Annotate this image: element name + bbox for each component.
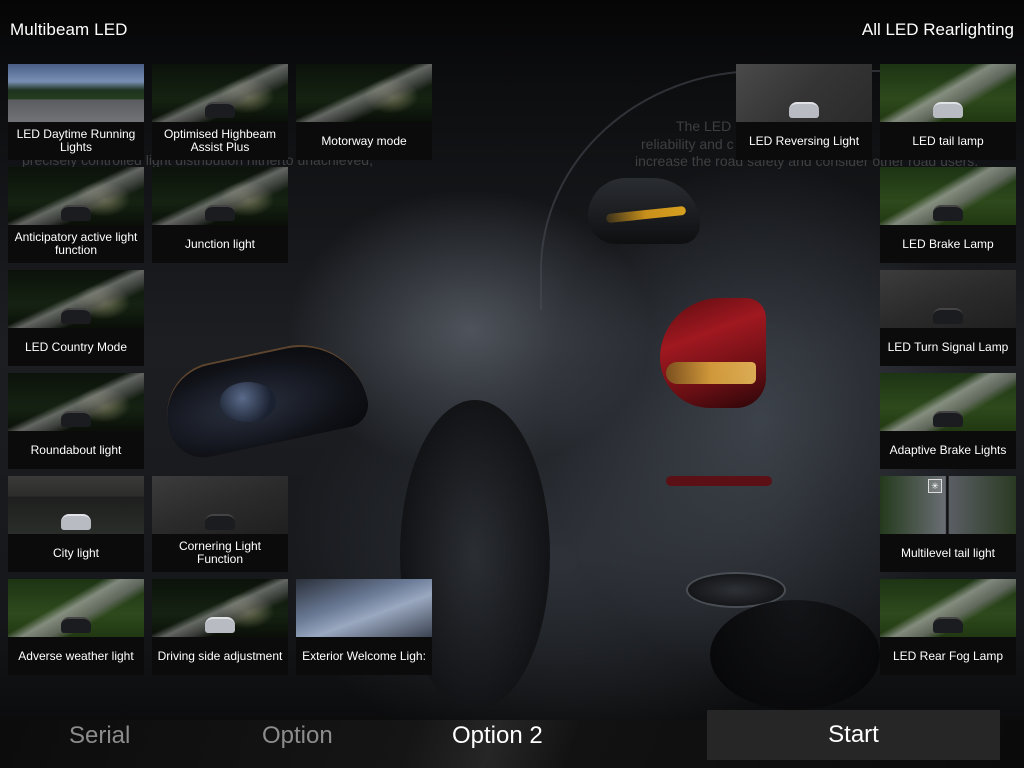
tile-label: Optimised Highbeam Assist Plus bbox=[152, 122, 288, 160]
tile-label: Adaptive Brake Lights bbox=[880, 431, 1016, 469]
tile-label: City light bbox=[8, 534, 144, 572]
rear-lighting-title: All LED Rearlighting bbox=[861, 20, 1014, 39]
car-icon bbox=[789, 102, 819, 118]
tile-led-tail-lamp[interactable]: LED tail lamp bbox=[880, 64, 1016, 160]
tile-roundabout-light[interactable]: Roundabout light bbox=[8, 373, 144, 469]
tile-thumbnail bbox=[152, 476, 288, 534]
tile-thumbnail bbox=[880, 270, 1016, 328]
tile-led-rear-fog-lamp[interactable]: LED Rear Fog Lamp bbox=[880, 579, 1016, 675]
tile-thumbnail bbox=[8, 476, 144, 534]
tile-thumbnail bbox=[152, 167, 288, 225]
tile-label: Junction light bbox=[152, 225, 288, 263]
taillight-strip bbox=[666, 362, 756, 384]
car-icon bbox=[61, 308, 91, 324]
tile-thumbnail bbox=[736, 64, 872, 122]
start-button[interactable]: Start bbox=[707, 710, 1000, 760]
tile-exterior-welcome-light[interactable]: Exterior Welcome Ligh: bbox=[296, 579, 432, 675]
tile-label: LED Daytime Running Lights bbox=[8, 122, 144, 160]
tile-led-reversing-light[interactable]: LED Reversing Light bbox=[736, 64, 872, 160]
tile-adverse-weather-light[interactable]: Adverse weather light bbox=[8, 579, 144, 675]
tile-label: Multilevel tail light bbox=[880, 534, 1016, 572]
tile-city-light[interactable]: City light bbox=[8, 476, 144, 572]
taillight bbox=[660, 298, 766, 408]
tile-led-country-mode[interactable]: LED Country Mode bbox=[8, 270, 144, 366]
tile-driving-side-adjustment[interactable]: Driving side adjustment bbox=[152, 579, 288, 675]
car-icon bbox=[205, 102, 235, 118]
tile-motorway-mode[interactable]: Motorway mode bbox=[296, 64, 432, 160]
headlight-lens bbox=[220, 382, 276, 422]
tile-adaptive-brake-lights[interactable]: Adaptive Brake Lights bbox=[880, 373, 1016, 469]
tile-label: Motorway mode bbox=[296, 122, 432, 160]
car-icon bbox=[61, 411, 91, 427]
tile-label: LED Brake Lamp bbox=[880, 225, 1016, 263]
tile-thumbnail bbox=[152, 64, 288, 122]
rear-wheel bbox=[710, 600, 880, 710]
tile-cornering-light-function[interactable]: Cornering Light Function bbox=[152, 476, 288, 572]
car-icon bbox=[933, 102, 963, 118]
tile-thumbnail bbox=[8, 167, 144, 225]
tile-thumbnail bbox=[296, 579, 432, 637]
car-icon bbox=[205, 514, 235, 530]
tile-optimised-highbeam-assist-plus[interactable]: Optimised Highbeam Assist Plus bbox=[152, 64, 288, 160]
tile-thumbnail bbox=[880, 64, 1016, 122]
rear-reflector bbox=[666, 476, 772, 486]
tile-label: LED Country Mode bbox=[8, 328, 144, 366]
tile-thumbnail bbox=[8, 64, 144, 122]
tile-label: LED Turn Signal Lamp bbox=[880, 328, 1016, 366]
tab-option-2[interactable]: Option 2 bbox=[452, 720, 543, 752]
tile-led-daytime-running-lights[interactable]: LED Daytime Running Lights bbox=[8, 64, 144, 160]
tile-thumbnail bbox=[8, 373, 144, 431]
car-icon bbox=[61, 514, 91, 530]
tile-label: Exterior Welcome Ligh: bbox=[296, 637, 432, 675]
tile-label: Anticipatory active light function bbox=[8, 225, 144, 263]
tile-thumbnail bbox=[8, 270, 144, 328]
tile-label: LED Rear Fog Lamp bbox=[880, 637, 1016, 675]
tile-label: Roundabout light bbox=[8, 431, 144, 469]
car-icon bbox=[205, 205, 235, 221]
background-text-line: The LED bbox=[676, 118, 732, 134]
car-icon bbox=[933, 205, 963, 221]
tile-led-turn-signal-lamp[interactable]: LED Turn Signal Lamp bbox=[880, 270, 1016, 366]
tab-option[interactable]: Option bbox=[262, 720, 333, 752]
multibeam-led-title: Multibeam LED bbox=[10, 20, 128, 39]
tile-thumbnail bbox=[880, 167, 1016, 225]
light-icon: ✳ bbox=[928, 479, 942, 493]
tile-led-brake-lamp[interactable]: LED Brake Lamp bbox=[880, 167, 1016, 263]
car-icon bbox=[61, 617, 91, 633]
tile-thumbnail bbox=[296, 64, 432, 122]
car-icon bbox=[933, 617, 963, 633]
tile-thumbnail bbox=[880, 579, 1016, 637]
car-icon bbox=[933, 411, 963, 427]
tile-thumbnail: ✳ bbox=[880, 476, 1016, 534]
tile-thumbnail bbox=[880, 373, 1016, 431]
tile-label: Cornering Light Function bbox=[152, 534, 288, 572]
tile-label: LED Reversing Light bbox=[736, 122, 872, 160]
car-icon bbox=[933, 308, 963, 324]
tile-multilevel-tail-light[interactable]: ✳ Multilevel tail light bbox=[880, 476, 1016, 572]
tile-anticipatory-active-light[interactable]: Anticipatory active light function bbox=[8, 167, 144, 263]
tile-label: LED tail lamp bbox=[880, 122, 1016, 160]
tile-label: Adverse weather light bbox=[8, 637, 144, 675]
tile-junction-light[interactable]: Junction light bbox=[152, 167, 288, 263]
tab-serial[interactable]: Serial bbox=[69, 720, 130, 752]
tile-label: Driving side adjustment bbox=[152, 637, 288, 675]
tile-thumbnail bbox=[152, 579, 288, 637]
background-text-line: reliability and c bbox=[641, 136, 734, 152]
car-icon bbox=[205, 617, 235, 633]
car-icon bbox=[61, 205, 91, 221]
tile-thumbnail bbox=[8, 579, 144, 637]
